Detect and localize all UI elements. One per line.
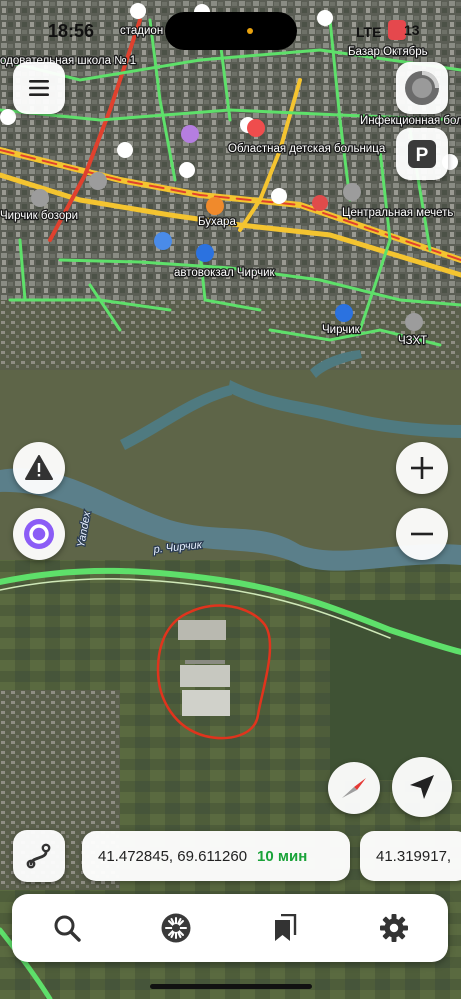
warning-icon [25, 455, 53, 480]
label-children-hospital: Областная детская больница [228, 143, 386, 155]
recent-route-1[interactable]: 41.472845, 69.611260 10 мин [82, 831, 350, 881]
home-indicator [150, 984, 312, 989]
route-icon [26, 843, 51, 869]
label-bus-station: автовокзал Чирчик [174, 267, 276, 279]
hospital-marker [247, 119, 265, 137]
route-coordinates: 41.472845, 69.611260 [98, 847, 248, 865]
camera-marker [312, 195, 328, 211]
poi-marker [130, 3, 146, 19]
route-coordinates: 41.319917, [376, 847, 452, 865]
zoom-in-button[interactable] [396, 442, 448, 494]
plus-icon [411, 457, 433, 479]
search-icon [54, 915, 81, 942]
profile-avatar [405, 71, 439, 105]
compass-button[interactable] [328, 762, 380, 814]
alice-icon [24, 519, 54, 549]
camera-marker [117, 142, 133, 158]
menu-button[interactable] [13, 62, 65, 114]
location-arrow-icon [410, 775, 434, 799]
camera-marker [179, 162, 195, 178]
zoom-out-button[interactable] [396, 508, 448, 560]
mosque-marker [343, 183, 361, 201]
minus-icon [411, 532, 433, 536]
discovery-tab[interactable] [148, 900, 204, 956]
label-infectious-hospital: Инфекционная больница [360, 115, 461, 127]
bottom-navigation [12, 894, 448, 962]
settings-icon [379, 914, 408, 942]
road-alert-button[interactable] [13, 442, 65, 494]
label-bukhara: Бухара [198, 216, 236, 228]
label-stadion: стадион [120, 25, 163, 37]
label-chzkht: ЧЗХТ [398, 335, 427, 347]
label-chirchik-bazori: Чирчик бозори [0, 210, 78, 222]
poi-marker [89, 172, 107, 190]
route-eta: 10 мин [257, 847, 308, 865]
svg-text:P: P [416, 145, 429, 166]
compass-icon [342, 778, 366, 798]
parking-button[interactable]: P [396, 128, 448, 180]
discovery-icon [161, 913, 190, 943]
bed-marker [181, 125, 199, 143]
alice-assistant-button[interactable] [13, 508, 65, 560]
shop-marker [154, 232, 172, 250]
menu-icon [29, 80, 49, 96]
camera-marker [317, 10, 333, 26]
label-bazaar: Базар Октябрь [348, 46, 428, 58]
route-button[interactable] [13, 830, 65, 882]
train-marker [335, 304, 353, 322]
parking-icon: P [408, 140, 436, 168]
market-marker [31, 189, 49, 207]
bus-marker [196, 244, 214, 262]
settings-tab[interactable] [366, 900, 422, 956]
recent-route-2[interactable]: 41.319917, [360, 831, 461, 881]
privacy-dot [247, 28, 253, 34]
label-chirchik-station: Чирчик [322, 324, 361, 336]
dynamic-island [165, 12, 297, 50]
bookmarks-icon [274, 914, 296, 941]
camera-marker [271, 188, 287, 204]
bookmarks-tab[interactable] [257, 900, 313, 956]
factory-marker [405, 313, 423, 331]
food-marker [206, 197, 224, 215]
greenhouse-complex [178, 620, 230, 716]
orchards [330, 600, 461, 780]
profile-button[interactable] [396, 62, 448, 114]
search-tab[interactable] [39, 900, 95, 956]
my-location-button[interactable] [392, 757, 452, 817]
label-central-mosque: Центральная мечеть [342, 207, 453, 219]
camera-marker [0, 109, 16, 125]
